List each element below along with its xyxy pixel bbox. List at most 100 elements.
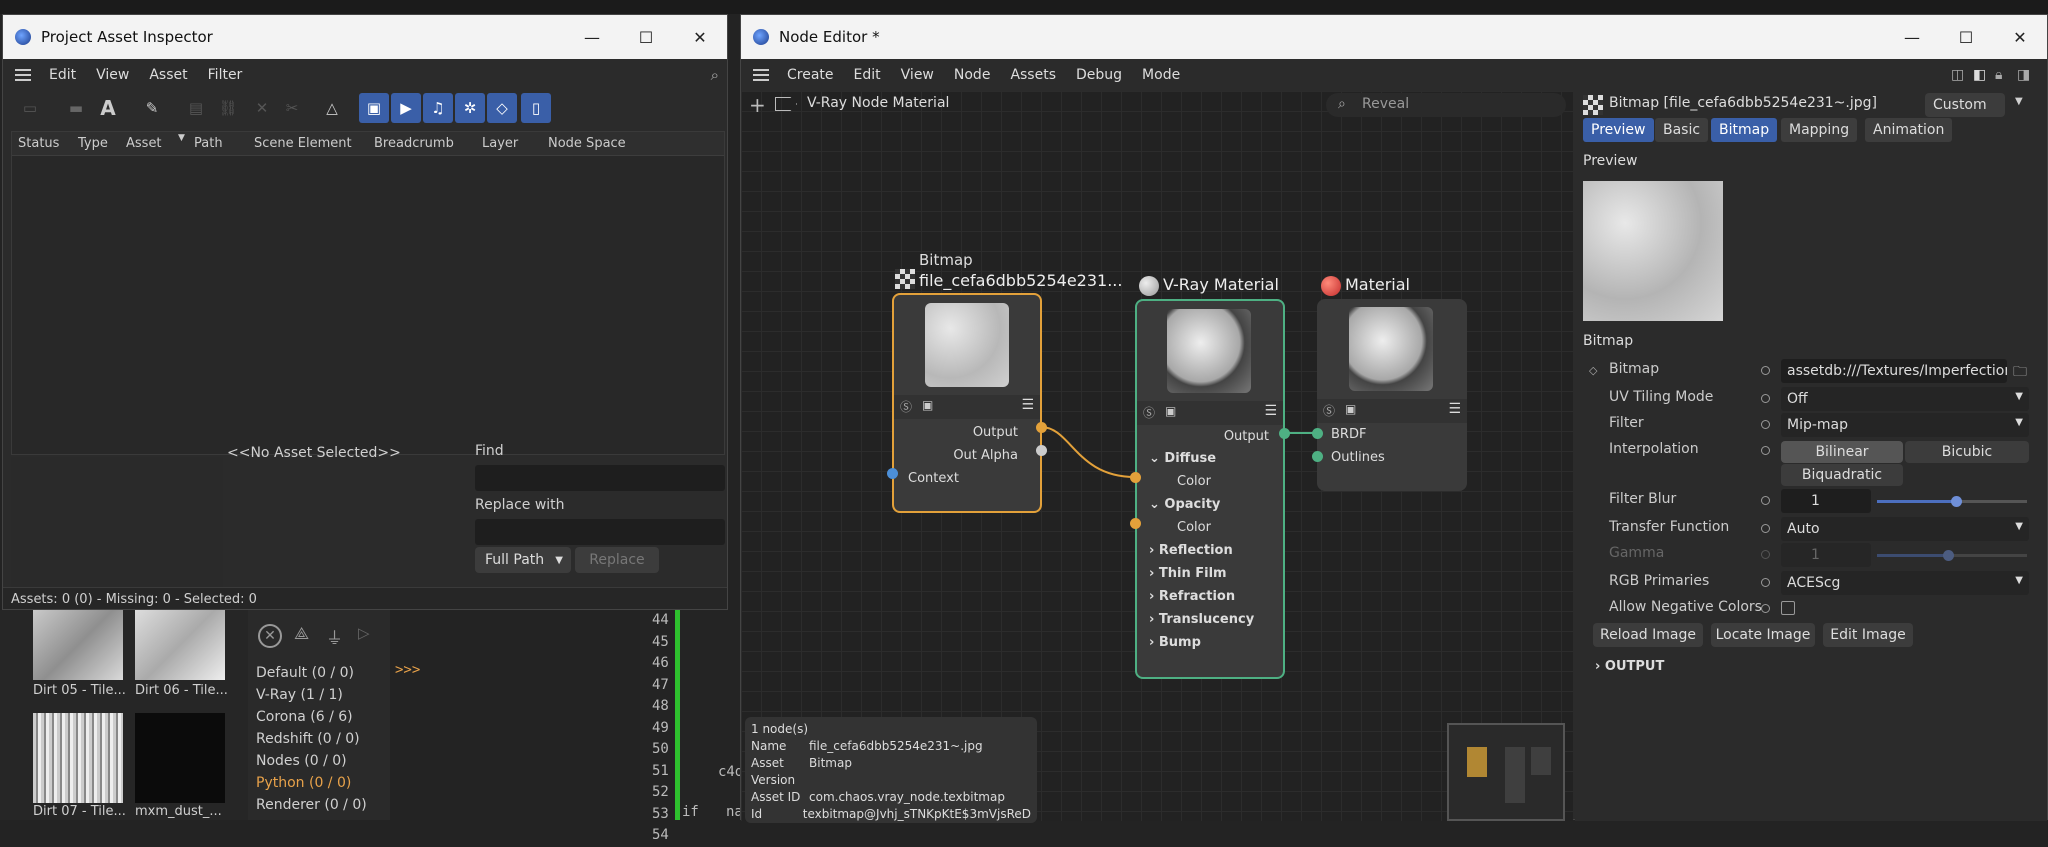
close-icon[interactable]: ✕ <box>673 15 727 59</box>
tab-preview[interactable]: Preview <box>1583 118 1654 142</box>
port-output[interactable] <box>1036 422 1047 433</box>
layout-icon[interactable]: ◫ <box>1951 67 1964 83</box>
animate-dot[interactable] <box>1761 524 1770 533</box>
port-brdf[interactable] <box>1312 428 1323 439</box>
tab-animation[interactable]: Animation <box>1865 118 1953 142</box>
audio-filter-icon[interactable]: ♫ <box>423 93 453 123</box>
animate-dot[interactable] <box>1761 446 1770 455</box>
panel-icon[interactable]: ◧ <box>1973 67 1986 83</box>
interp-bicubic[interactable]: Bicubic <box>1905 441 2029 463</box>
lock-icon[interactable]: 🔒︎ <box>1995 67 2002 83</box>
menu-mode[interactable]: Mode <box>1132 67 1190 83</box>
col-path[interactable]: Path <box>194 136 223 151</box>
folder-icon[interactable]: ▭ <box>15 93 45 123</box>
port-opacity-color[interactable] <box>1130 518 1141 529</box>
image-filter-icon[interactable]: ▣ <box>359 93 389 123</box>
eyedropper-icon[interactable]: ✎ <box>137 93 167 123</box>
menu-assets[interactable]: Assets <box>1000 67 1066 83</box>
thumb-dirt07[interactable] <box>33 713 123 803</box>
col-asset[interactable]: Asset <box>126 136 162 151</box>
log-filter-item[interactable]: Nodes (0 / 0) <box>256 750 367 772</box>
menu-edit[interactable]: Edit <box>39 67 86 83</box>
filter-blur-input[interactable]: 1 <box>1781 489 1871 513</box>
find-input[interactable] <box>475 465 725 491</box>
thumb-dust[interactable] <box>135 713 225 803</box>
slider-handle[interactable] <box>1951 496 1962 507</box>
section-bump[interactable]: › Bump <box>1149 635 1201 650</box>
maximize-icon[interactable]: ☐ <box>1939 15 1993 59</box>
document-filter-icon[interactable]: ▯ <box>521 93 551 123</box>
log-filter-item[interactable]: V-Ray (1 / 1) <box>256 684 367 706</box>
copy-icon[interactable]: ▤ <box>181 93 211 123</box>
chevron-down-icon[interactable]: ▼ <box>2015 96 2023 107</box>
uv-tiling-dropdown[interactable]: Off ▼ <box>1781 387 2029 411</box>
toggle-icon[interactable]: ▬ <box>61 93 91 123</box>
section-diffuse[interactable]: ⌄ Diffuse <box>1149 451 1216 466</box>
transfer-dropdown[interactable]: Auto ▼ <box>1781 517 2029 541</box>
bitmap-node[interactable]: Ⓢ ▣ ☰ Output Out Alpha Context <box>892 293 1042 513</box>
folder-icon[interactable]: 🗀︎ <box>2013 361 2027 385</box>
plug-icon[interactable]: ⏚ <box>326 624 343 649</box>
text-icon[interactable]: A <box>93 93 123 123</box>
port-outalpha[interactable] <box>1036 445 1047 456</box>
replace-button[interactable]: Replace <box>575 547 659 573</box>
log-filter-item[interactable]: Renderer (0 / 0) <box>256 794 367 816</box>
menu-icon[interactable]: ☰ <box>1448 401 1461 417</box>
tree-icon[interactable]: △ <box>317 93 347 123</box>
node-graph-canvas[interactable]: + V-Ray Node Material ⌕ Reveal Bitmap fi… <box>741 91 1573 823</box>
section-thin-film[interactable]: › Thin Film <box>1149 566 1227 581</box>
video-filter-icon[interactable]: ▶ <box>391 93 421 123</box>
close-icon[interactable]: ✕ <box>1993 15 2047 59</box>
maximize-icon[interactable]: ☐ <box>619 15 673 59</box>
menu-filter[interactable]: Filter <box>198 67 253 83</box>
tab-bitmap[interactable]: Bitmap <box>1711 118 1778 142</box>
thumb-dirt05[interactable] <box>33 610 123 680</box>
vray-material-node[interactable]: Ⓢ ▣ ☰ Output ⌄ Diffuse Color ⌄ Opacity C… <box>1135 299 1285 679</box>
output-section[interactable]: › OUTPUT <box>1595 659 1664 674</box>
material-node[interactable]: Ⓢ ▣ ☰ BRDF Outlines <box>1317 299 1467 491</box>
col-scene-element[interactable]: Scene Element <box>254 136 352 151</box>
s-icon[interactable]: Ⓢ <box>900 398 912 415</box>
col-type[interactable]: Type <box>78 136 108 151</box>
hamburger-icon[interactable] <box>15 69 31 81</box>
play-icon[interactable]: ▷ <box>358 624 370 642</box>
mode-dropdown[interactable]: Custom <box>1925 93 2005 117</box>
filter-blur-slider[interactable] <box>1877 496 2027 507</box>
menu-asset[interactable]: Asset <box>139 67 197 83</box>
menu-view[interactable]: View <box>891 67 944 83</box>
log-filter-item-python[interactable]: Python (0 / 0) <box>256 772 367 794</box>
animate-dot[interactable] <box>1761 394 1770 403</box>
path-mode-dropdown[interactable]: Full Path ▼ <box>475 547 571 573</box>
log-filter-item[interactable]: Default (0 / 0) <box>256 662 367 684</box>
col-status[interactable]: Status <box>18 136 59 151</box>
menu-debug[interactable]: Debug <box>1066 67 1132 83</box>
section-translucency[interactable]: › Translucency <box>1149 612 1254 627</box>
section-refraction[interactable]: › Refraction <box>1149 589 1235 604</box>
col-breadcrumb[interactable]: Breadcrumb <box>374 136 454 151</box>
negative-colors-checkbox[interactable] <box>1781 601 1795 615</box>
clear-icon[interactable]: ✕ <box>258 624 282 648</box>
port-output[interactable] <box>1279 428 1290 439</box>
s-icon[interactable]: Ⓢ <box>1143 404 1155 421</box>
animate-dot[interactable] <box>1761 366 1770 375</box>
reload-image-button[interactable]: Reload Image <box>1593 623 1703 647</box>
menu-view[interactable]: View <box>86 67 139 83</box>
log-filter-item[interactable]: Redshift (0 / 0) <box>256 728 367 750</box>
split-icon[interactable]: ◨ <box>2017 67 2030 83</box>
port-diffuse-color[interactable] <box>1130 472 1141 483</box>
col-layer[interactable]: Layer <box>482 136 518 151</box>
keyframe-diamond-icon[interactable]: ◇ <box>1589 364 1597 377</box>
port-context[interactable] <box>887 468 898 479</box>
menu-icon[interactable]: ☰ <box>1264 403 1277 419</box>
hamburger-icon[interactable] <box>753 69 769 81</box>
tree-icon[interactable]: ⟁ <box>294 624 309 644</box>
interp-bilinear[interactable]: Bilinear <box>1781 441 1903 463</box>
filter-dropdown[interactable]: Mip-map ▼ <box>1781 413 2029 437</box>
menu-node[interactable]: Node <box>944 67 1001 83</box>
menu-icon[interactable]: ☰ <box>1021 397 1034 413</box>
tab-basic[interactable]: Basic <box>1655 118 1709 142</box>
animate-dot[interactable] <box>1761 578 1770 587</box>
animate-dot[interactable] <box>1761 604 1770 613</box>
locate-image-button[interactable]: Locate Image <box>1711 623 1815 647</box>
gear-filter-icon[interactable]: ✲ <box>455 93 485 123</box>
